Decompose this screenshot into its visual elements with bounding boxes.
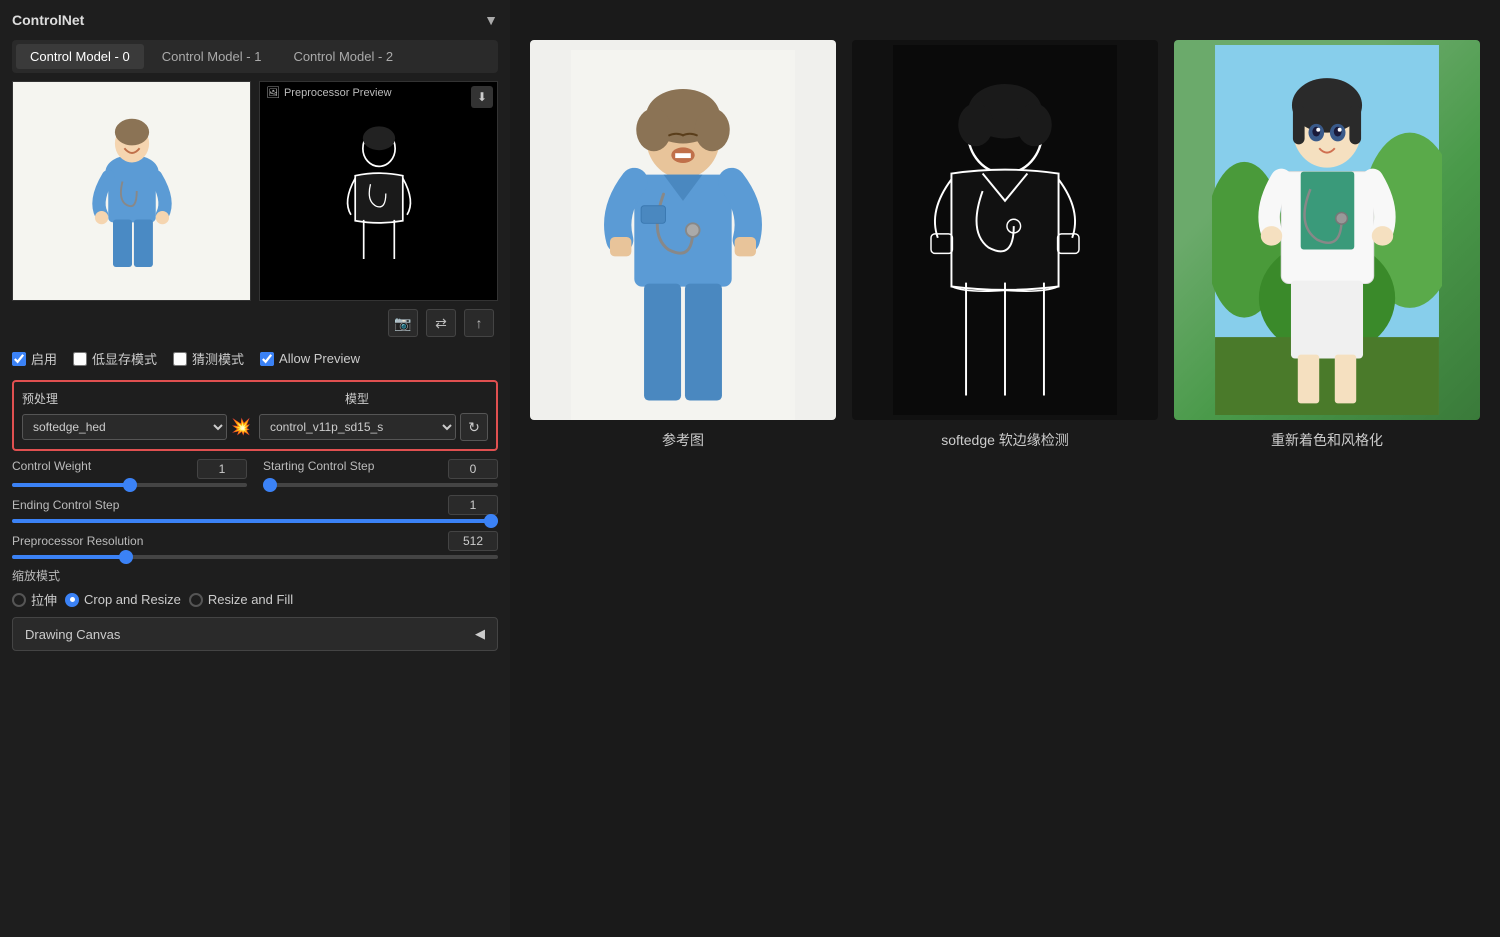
result-img-box-1: [530, 40, 836, 420]
preview-image-label: 🖼 Preprocessor Preview: [266, 86, 392, 99]
fire-button[interactable]: 💥: [231, 417, 251, 437]
drawing-canvas-arrow: ◀: [475, 626, 485, 642]
low-memory-checkbox[interactable]: 低显存模式: [73, 349, 157, 368]
starting-step-value[interactable]: 0: [448, 459, 498, 479]
allow-preview-checkbox[interactable]: Allow Preview: [260, 351, 360, 366]
result-image-1: 参考图: [530, 40, 836, 450]
pm-labels: 预处理 模型: [22, 390, 488, 407]
guess-mode-checkbox[interactable]: 猜测模式: [173, 349, 244, 368]
control-weight-range[interactable]: [12, 483, 247, 487]
drawing-canvas-row[interactable]: Drawing Canvas ◀: [12, 617, 498, 651]
result-image-2: softedge 软边缘检测: [852, 40, 1158, 450]
model-refresh-button[interactable]: ↻: [460, 413, 488, 441]
source-image-box: 🖼 图像 ↻ ✕ ✎: [12, 81, 251, 301]
checkboxes-row: 启用 低显存模式 猜测模式 Allow Preview: [12, 345, 498, 372]
scale-mode-label: 缩放模式: [12, 567, 498, 584]
allow-preview-input[interactable]: [260, 352, 274, 366]
scale-stretch[interactable]: 拉伸: [12, 590, 57, 609]
photo-nurse-1: [530, 40, 836, 420]
starting-step-label: Starting Control Step: [263, 459, 374, 479]
source-nurse-image: [13, 82, 250, 300]
result-img-box-3: [1174, 40, 1480, 420]
tab-control-model-2[interactable]: Control Model - 2: [279, 44, 407, 69]
preprocessor-res-range[interactable]: [12, 555, 498, 559]
result-image-3: 重新着色和风格化: [1174, 40, 1480, 450]
crop-resize-radio[interactable]: [65, 593, 79, 607]
photo-anime-3: [1174, 40, 1480, 420]
result-nurse-svg-1: [568, 50, 798, 420]
result-caption-2: softedge 软边缘检测: [941, 430, 1069, 450]
edge-preview-image: [260, 82, 497, 300]
scale-mode-section: 缩放模式 拉伸 Crop and Resize Resize and Fill: [12, 567, 498, 609]
scale-mode-buttons: 拉伸 Crop and Resize Resize and Fill: [12, 590, 498, 609]
photo-edge-2: [852, 40, 1158, 420]
ending-step-range[interactable]: [12, 519, 498, 523]
ending-step-slider-row: Ending Control Step 1: [12, 495, 498, 523]
result-caption-3: 重新着色和风格化: [1271, 430, 1383, 450]
toolbar-row: 📷 ⇄ ↑: [12, 309, 498, 337]
upload-button[interactable]: ↑: [464, 309, 494, 337]
nurse-svg: [72, 96, 192, 286]
edge-svg: [324, 106, 434, 276]
swap-button[interactable]: ⇄: [426, 309, 456, 337]
model-select[interactable]: control_v11p_sd15_s: [259, 414, 456, 440]
guess-mode-input[interactable]: [173, 352, 187, 366]
ending-step-value[interactable]: 1: [448, 495, 498, 515]
preprocessor-res-slider-row: Preprocessor Resolution 512: [12, 531, 498, 559]
result-img-box-2: [852, 40, 1158, 420]
preprocessor-res-value[interactable]: 512: [448, 531, 498, 551]
tabs-container: Control Model - 0 Control Model - 1 Cont…: [12, 40, 498, 73]
preview-image-box: 🖼 Preprocessor Preview ⬇: [259, 81, 498, 301]
left-panel: ControlNet ▼ Control Model - 0 Control M…: [0, 0, 510, 937]
starting-step-header: Starting Control Step 0: [263, 459, 498, 479]
low-memory-input[interactable]: [73, 352, 87, 366]
starting-step-slider-item: Starting Control Step 0: [263, 459, 498, 487]
tab-control-model-0[interactable]: Control Model - 0: [16, 44, 144, 69]
result-caption-1: 参考图: [662, 430, 704, 450]
stretch-radio[interactable]: [12, 593, 26, 607]
preprocessor-select-wrap: softedge_hed 💥: [22, 414, 251, 440]
right-panel: 参考图: [510, 0, 1500, 937]
panel-title: ControlNet: [12, 12, 84, 28]
panel-header: ControlNet ▼: [12, 12, 498, 28]
model-label: 模型: [345, 390, 488, 407]
control-weight-value[interactable]: 1: [197, 459, 247, 479]
drawing-canvas-label: Drawing Canvas: [25, 627, 120, 642]
result-images: 参考图: [530, 40, 1480, 450]
ending-step-label: Ending Control Step: [12, 498, 119, 512]
scale-crop-resize[interactable]: Crop and Resize: [65, 590, 181, 609]
control-weight-label: Control Weight: [12, 459, 91, 479]
preprocessor-label: 预处理: [22, 390, 165, 407]
result-anime-svg: [1212, 45, 1442, 415]
model-select-wrap: control_v11p_sd15_s ↻: [259, 413, 488, 441]
control-weight-slider-item: Control Weight 1: [12, 459, 247, 487]
result-edge-svg: [890, 45, 1120, 415]
download-preview-button[interactable]: ⬇: [471, 86, 493, 108]
panel-collapse-arrow[interactable]: ▼: [484, 12, 498, 28]
pm-selects: softedge_hed 💥 control_v11p_sd15_s ↻: [22, 413, 488, 441]
preprocessor-res-label: Preprocessor Resolution: [12, 534, 143, 548]
preview-label-icon: 🖼: [266, 86, 280, 99]
preview-image-controls: ⬇: [471, 86, 493, 108]
resize-fill-radio[interactable]: [189, 593, 203, 607]
enable-input[interactable]: [12, 352, 26, 366]
starting-step-range[interactable]: [263, 483, 498, 487]
control-weight-header: Control Weight 1: [12, 459, 247, 479]
dual-slider-row: Control Weight 1 Starting Control Step 0: [12, 459, 498, 487]
preprocessor-model-row: 预处理 模型 softedge_hed 💥 control_v11p_sd15_…: [12, 380, 498, 451]
preprocessor-res-header: Preprocessor Resolution 512: [12, 531, 498, 551]
preprocessor-select[interactable]: softedge_hed: [22, 414, 227, 440]
tab-control-model-1[interactable]: Control Model - 1: [148, 44, 276, 69]
image-row: 🖼 图像 ↻ ✕ ✎: [12, 81, 498, 301]
enable-checkbox[interactable]: 启用: [12, 349, 57, 368]
ending-step-header: Ending Control Step 1: [12, 495, 498, 515]
scale-resize-fill[interactable]: Resize and Fill: [189, 590, 293, 609]
camera-button[interactable]: 📷: [388, 309, 418, 337]
